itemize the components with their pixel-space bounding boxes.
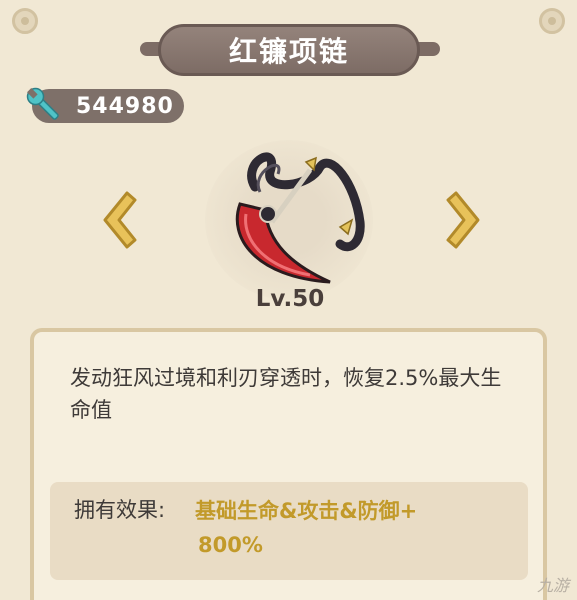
title-bar: 红镰项链 <box>158 24 420 76</box>
corner-ornament <box>12 8 38 34</box>
currency-counter: 544980 <box>26 87 184 123</box>
prev-item-arrow[interactable] <box>93 185 143 255</box>
currency-value: 544980 <box>76 93 174 119</box>
owned-effect-value-percent: 800% <box>198 533 263 557</box>
item-description: 发动狂风过境和利刃穿透时，恢复2.5%最大生命值 <box>70 366 502 422</box>
owned-effect-value: 基础生命&攻击&防御+ <box>195 499 418 523</box>
item-detail-panel: 红镰项链 544980 Lv.50 发动狂风过境和利刃穿透时，恢复2.5%最大生… <box>0 0 577 600</box>
owned-effect-label: 拥有效果: <box>74 498 166 522</box>
corner-ornament <box>539 8 565 34</box>
item-name: 红镰项链 <box>228 35 349 68</box>
item-level: Lv.50 <box>255 286 325 312</box>
next-item-arrow[interactable] <box>440 185 490 255</box>
description-box: 发动狂风过境和利刃穿透时，恢复2.5%最大生命值 拥有效果: 基础生命&攻击&防… <box>30 328 547 600</box>
owned-effect-box: 拥有效果: 基础生命&攻击&防御+ 800% <box>50 482 528 580</box>
wrench-icon <box>26 87 59 120</box>
title-plaque: 红镰项链 <box>140 20 440 80</box>
sickle-necklace-icon <box>235 152 365 284</box>
watermark: 九游 <box>536 576 569 595</box>
